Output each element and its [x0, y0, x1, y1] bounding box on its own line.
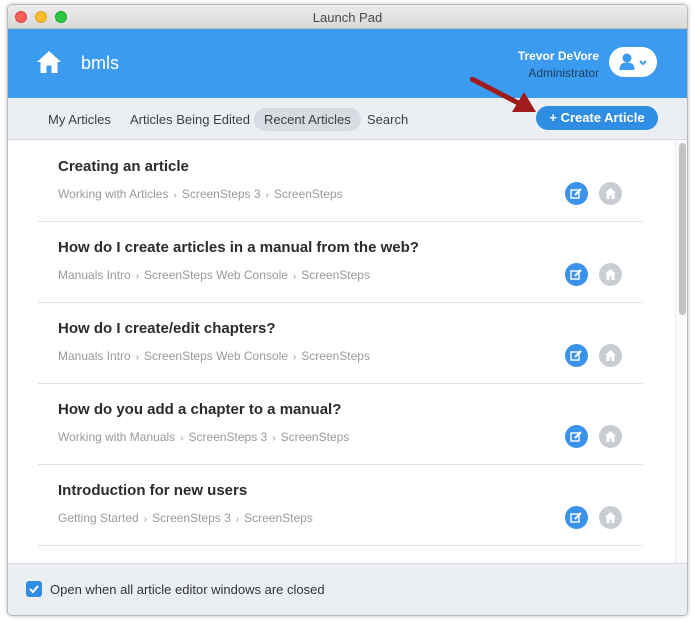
list-item[interactable]: How do I create articles in a manual fro… — [38, 222, 643, 303]
breadcrumb-item: ScreenSteps — [301, 349, 370, 363]
edit-article-button[interactable] — [565, 182, 588, 205]
breadcrumb-item: Manuals Intro — [58, 268, 131, 282]
list-item[interactable]: Creating an article Working with Article… — [38, 141, 643, 222]
breadcrumb-item: Getting Started — [58, 511, 139, 525]
breadcrumb-item: ScreenSteps 3 — [188, 430, 268, 444]
tab-search[interactable]: Search — [357, 108, 418, 131]
manual-home-button[interactable] — [599, 506, 622, 529]
home-icon — [605, 512, 616, 523]
plus-icon: + — [549, 110, 561, 125]
chevron-right-icon: › — [135, 352, 140, 363]
breadcrumb-item: ScreenSteps — [244, 511, 313, 525]
open-on-close-label[interactable]: Open when all article editor windows are… — [50, 582, 325, 597]
edit-article-button[interactable] — [565, 425, 588, 448]
window-title: Launch Pad — [312, 10, 383, 25]
tab-articles-being-edited[interactable]: Articles Being Edited — [120, 108, 260, 131]
list-item[interactable]: Introduction for new users Getting Start… — [38, 465, 643, 546]
article-title[interactable]: How do I create articles in a manual fro… — [58, 239, 419, 256]
edit-icon — [570, 188, 582, 199]
edit-icon — [570, 431, 582, 442]
breadcrumb-item: ScreenSteps — [273, 187, 343, 201]
chevron-down-icon — [639, 60, 647, 66]
breadcrumb: Manuals Intro › ScreenSteps Web Console › Sc… — [58, 268, 370, 282]
article-title[interactable]: How do you add a chapter to a manual? — [58, 401, 341, 418]
home-icon — [605, 269, 616, 280]
manual-home-button[interactable] — [599, 425, 622, 448]
home-icon — [605, 188, 616, 199]
breadcrumb-item: ScreenSteps — [301, 268, 370, 282]
user-icon — [619, 53, 647, 70]
breadcrumb-item: Working with Articles — [58, 187, 169, 201]
tab-recent-articles[interactable]: Recent Articles — [254, 108, 361, 131]
title-bar: Launch Pad — [8, 5, 687, 29]
edit-icon — [570, 512, 582, 523]
article-title[interactable]: Creating an article — [58, 158, 189, 175]
list-item[interactable]: How do I create/edit chapters? Manuals I… — [38, 303, 643, 384]
breadcrumb-item: Working with Manuals — [58, 430, 176, 444]
create-article-button[interactable]: + Create Article — [536, 106, 658, 130]
breadcrumb-item: ScreenSteps — [280, 430, 350, 444]
user-menu-button[interactable] — [609, 47, 657, 77]
user-name: Trevor DeVore — [517, 49, 599, 63]
chevron-right-icon: › — [292, 352, 297, 363]
app-name: bmls — [81, 53, 120, 73]
manual-home-button[interactable] — [599, 344, 622, 367]
open-on-close-checkbox[interactable] — [26, 581, 42, 597]
article-list: Creating an article Working with Article… — [8, 141, 687, 563]
list-item[interactable]: How do you add a chapter to a manual? Wo… — [38, 384, 643, 465]
breadcrumb: Getting Started › ScreenSteps 3 › ScreenStep… — [58, 511, 313, 525]
breadcrumb: Working with Articles › ScreenSteps 3 › Scre… — [58, 187, 343, 201]
breadcrumb-item: ScreenSteps Web Console — [144, 268, 288, 282]
chevron-right-icon: › — [173, 190, 177, 201]
breadcrumb: Working with Manuals › ScreenSteps 3 › Scree… — [58, 430, 349, 444]
edit-article-button[interactable] — [565, 344, 588, 367]
manual-home-button[interactable] — [599, 182, 622, 205]
create-article-label: Create Article — [560, 110, 645, 125]
edit-article-button[interactable] — [565, 506, 588, 529]
breadcrumb-item: ScreenSteps 3 — [152, 511, 231, 525]
annotation-arrow — [470, 77, 536, 112]
home-icon[interactable] — [36, 50, 62, 74]
chevron-right-icon: › — [292, 271, 297, 282]
launch-pad-window: Launch Pad bmls Trevor DeVore Administra… — [7, 4, 688, 616]
tab-my-articles[interactable]: My Articles — [38, 108, 121, 131]
chevron-right-icon: › — [272, 433, 276, 444]
manual-home-button[interactable] — [599, 263, 622, 286]
footer: Open when all article editor windows are… — [8, 563, 687, 615]
chevron-right-icon: › — [135, 271, 140, 282]
scrollbar-thumb[interactable] — [679, 143, 686, 315]
breadcrumb-item: ScreenSteps Web Console — [144, 349, 288, 363]
edit-icon — [570, 350, 582, 361]
article-title[interactable]: Introduction for new users — [58, 482, 247, 499]
breadcrumb: Manuals Intro › ScreenSteps Web Console › Sc… — [58, 349, 370, 363]
chevron-right-icon: › — [265, 190, 269, 201]
breadcrumb-item: Manuals Intro — [58, 349, 131, 363]
home-icon — [605, 431, 616, 442]
edit-article-button[interactable] — [565, 263, 588, 286]
chevron-right-icon: › — [235, 514, 240, 525]
checkmark-icon — [29, 585, 39, 594]
home-icon — [605, 350, 616, 361]
app-header: bmls Trevor DeVore Administrator — [8, 29, 687, 98]
scrollbar[interactable] — [675, 141, 687, 563]
chevron-right-icon: › — [143, 514, 148, 525]
tab-bar: My Articles Articles Being Edited Recent… — [8, 98, 687, 140]
edit-icon — [570, 269, 582, 280]
article-title[interactable]: How do I create/edit chapters? — [58, 320, 276, 337]
chevron-right-icon: › — [180, 433, 184, 444]
breadcrumb-item: ScreenSteps 3 — [181, 187, 261, 201]
